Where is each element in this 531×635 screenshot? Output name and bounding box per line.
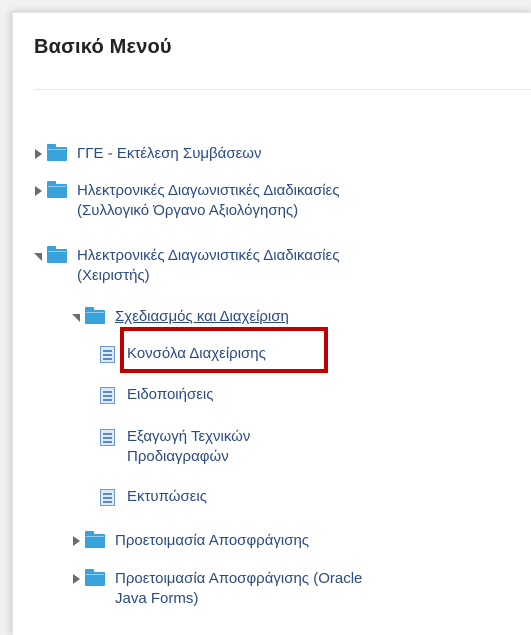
folder-icon xyxy=(47,144,67,161)
tree-item-eidopoiiseis[interactable]: Ειδοποιήσεις xyxy=(100,385,213,405)
folder-icon xyxy=(85,307,105,324)
tree-item-ilektronikes-syllogiko[interactable]: Ηλεκτρονικές Διαγωνιστικές Διαδικασίες (… xyxy=(33,181,339,221)
expand-icon[interactable] xyxy=(71,569,81,589)
folder-icon xyxy=(47,181,67,198)
tree-item-label-line1: Ηλεκτρονικές Διαγωνιστικές Διαδικασίες xyxy=(77,182,340,199)
tree-item-label-line1: Προετοιμασία Αποσφράγισης (Oracle xyxy=(115,570,363,587)
collapse-icon[interactable] xyxy=(33,246,43,266)
tree-item-label: Ειδοποιήσεις xyxy=(127,386,214,403)
document-icon xyxy=(100,346,115,363)
tree-item-label-line1: Εξαγωγή Τεχνικών xyxy=(127,428,251,445)
title-divider xyxy=(34,89,531,90)
document-icon xyxy=(100,489,115,506)
tree-item-label-line2: Java Forms) xyxy=(115,590,199,607)
collapse-icon[interactable] xyxy=(71,307,81,327)
tree-item-proetoimasia-oracle[interactable]: Προετοιμασία Αποσφράγισης (Oracle Java F… xyxy=(71,569,362,609)
tree-item-label: Εκτυπώσεις xyxy=(127,488,207,505)
tree-item-label-line2: Προδιαγραφών xyxy=(127,448,229,465)
highlight-box xyxy=(120,327,328,373)
document-icon xyxy=(100,387,115,404)
tree-item-label: Προετοιμασία Αποσφράγισης xyxy=(115,532,310,549)
tree-item-proetoimasia[interactable]: Προετοιμασία Αποσφράγισης xyxy=(71,531,309,551)
tree-item-label-line2: (Χειριστής) xyxy=(77,267,150,284)
folder-icon xyxy=(47,246,67,263)
tree-item-label: Σχεδιασμός και Διαχείριση xyxy=(115,308,289,325)
document-icon xyxy=(100,429,115,446)
tree-item-label-line2: (Συλλογικό Όργανο Αξιολόγησης) xyxy=(77,202,299,219)
tree-item-ektyposeis[interactable]: Εκτυπώσεις xyxy=(100,487,207,507)
folder-icon xyxy=(85,531,105,548)
tree-item-label: ΓΓΕ - Εκτέλεση Συμβάσεων xyxy=(77,145,262,162)
expand-icon[interactable] xyxy=(33,144,43,164)
tree-item-ilektronikes-xeiristis[interactable]: Ηλεκτρονικές Διαγωνιστικές Διαδικασίες (… xyxy=(33,246,339,286)
tree-item-gge-ektelesi[interactable]: ΓΓΕ - Εκτέλεση Συμβάσεων xyxy=(33,144,262,164)
tree-item-exagogi-texnikon[interactable]: Εξαγωγή Τεχνικών Προδιαγραφών xyxy=(100,427,250,467)
menu-title: Βασικό Μενού xyxy=(34,36,172,58)
expand-icon[interactable] xyxy=(33,181,43,201)
tree-item-sxediasmos[interactable]: Σχεδιασμός και Διαχείριση xyxy=(71,307,289,327)
expand-icon[interactable] xyxy=(71,531,81,551)
folder-icon xyxy=(85,569,105,586)
tree-item-label-line1: Ηλεκτρονικές Διαγωνιστικές Διαδικασίες xyxy=(77,247,340,264)
